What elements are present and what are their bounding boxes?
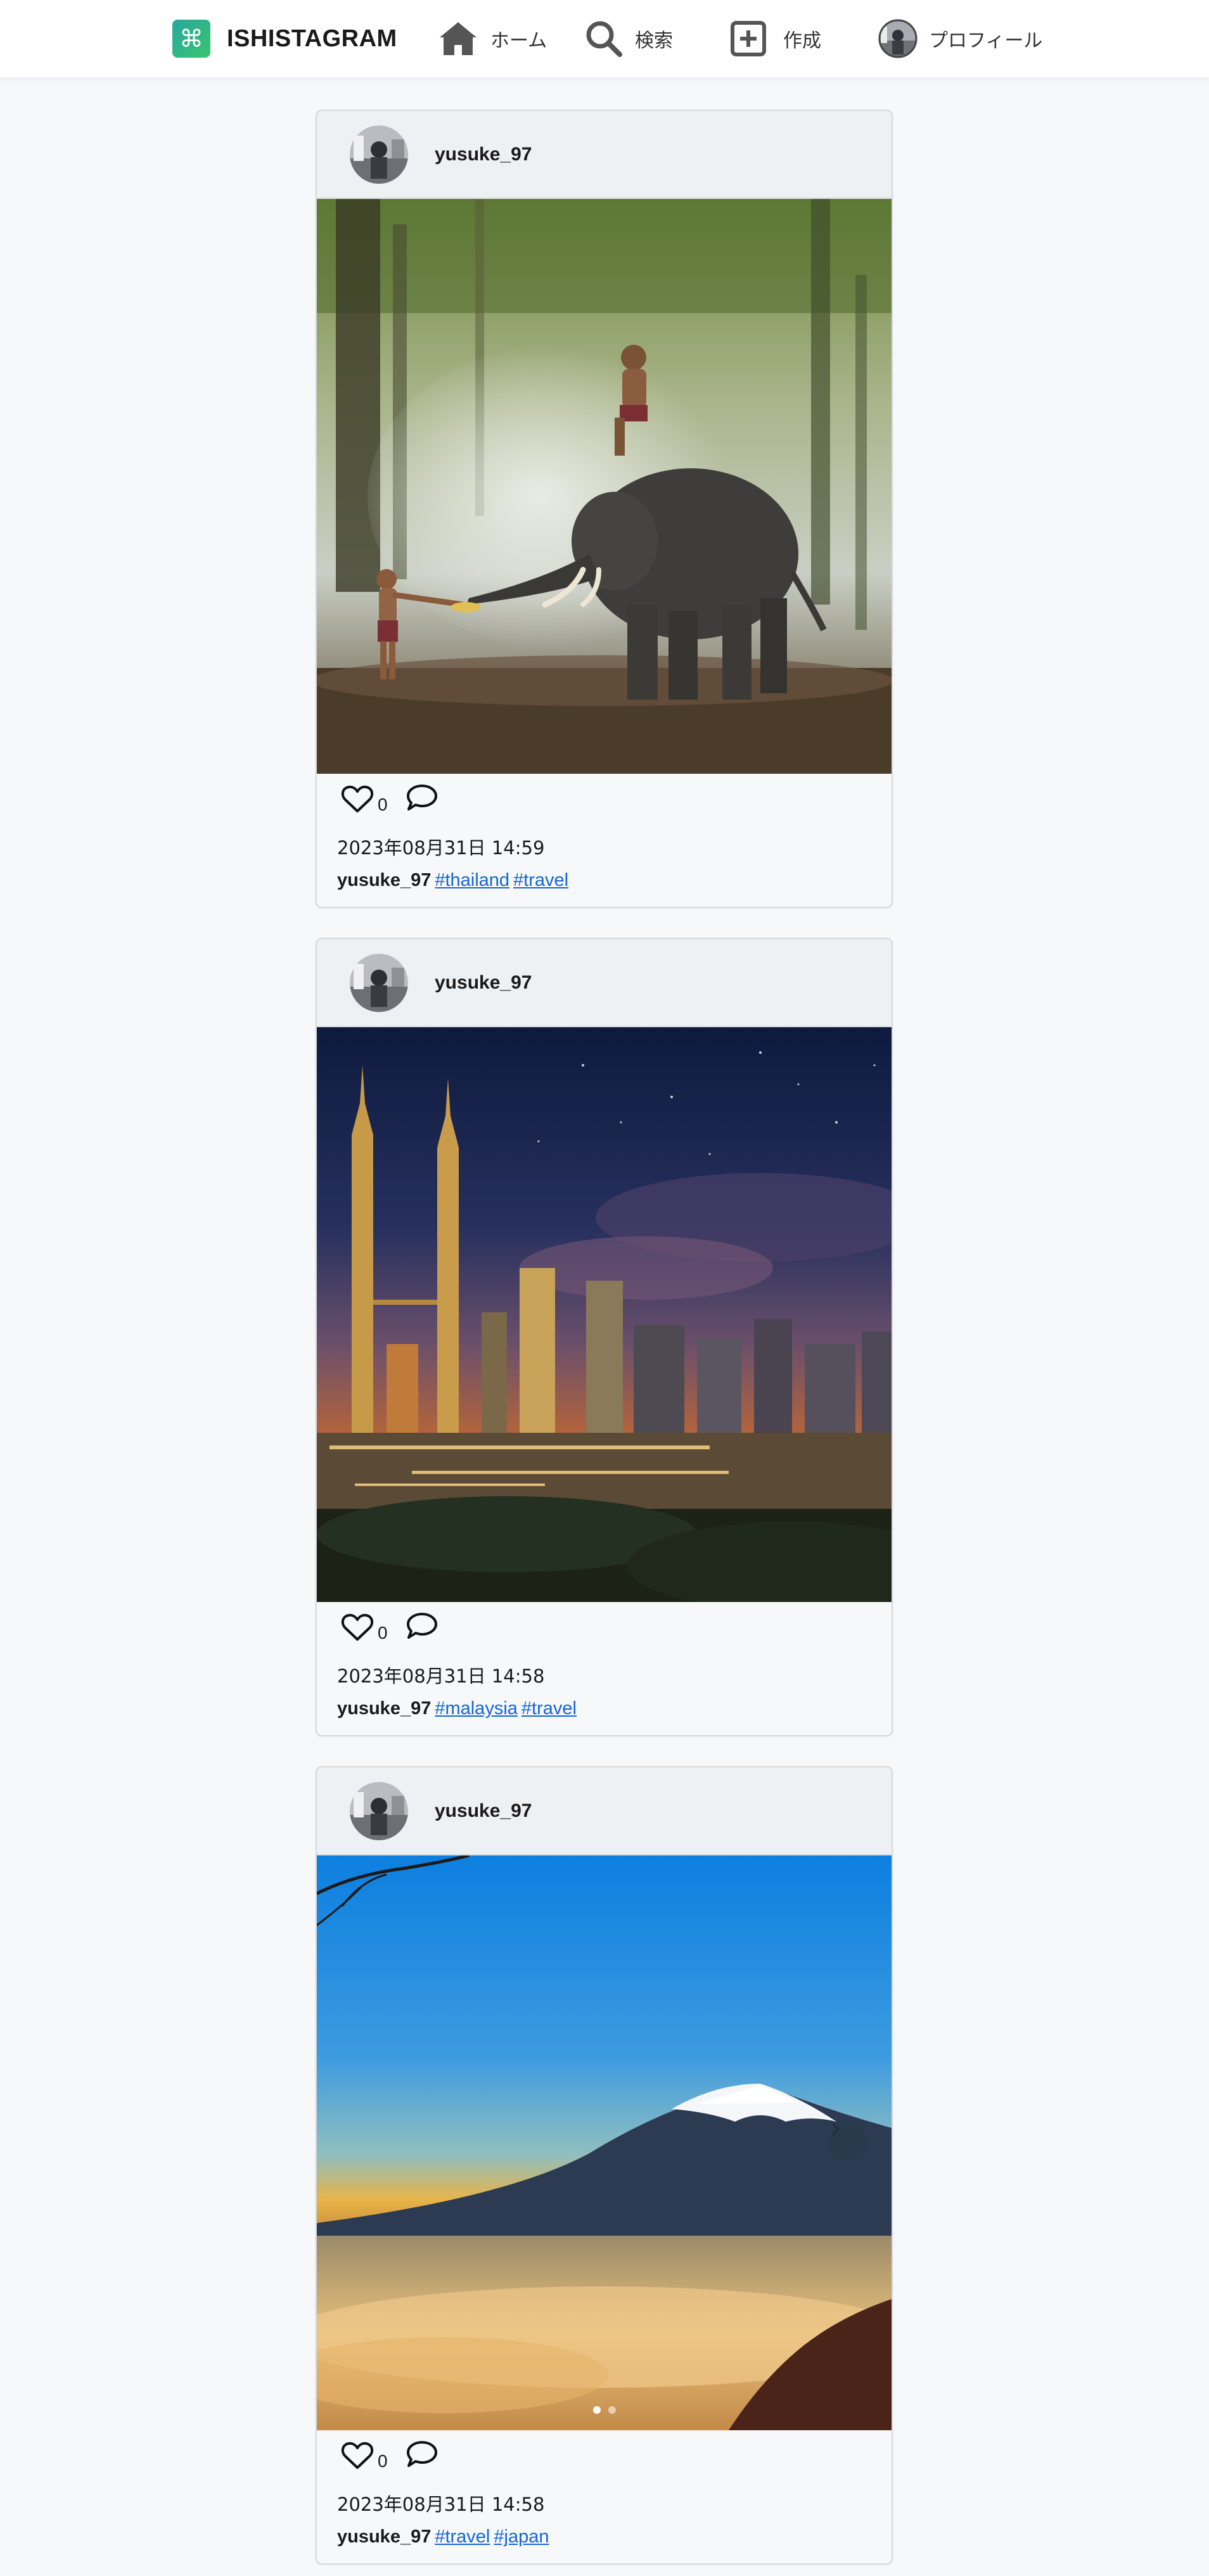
hashtag-link[interactable]: #travel	[513, 870, 568, 890]
post-actions: 0	[317, 1602, 892, 1653]
caption-username[interactable]: yusuke_97	[337, 2527, 431, 2547]
avatar[interactable]	[350, 125, 408, 184]
hashtag-link[interactable]: #thailand	[435, 870, 509, 890]
carousel-dot[interactable]	[608, 2406, 616, 2414]
hashtag-link[interactable]: #malaysia	[435, 1698, 518, 1719]
comment-icon	[406, 1612, 437, 1639]
post-card: yusuke_97	[316, 110, 893, 908]
chevron-right-icon	[832, 2123, 840, 2136]
nav-search-label: 検索	[635, 30, 673, 52]
post-header: yusuke_97	[317, 939, 892, 1027]
nav-create[interactable]: 作成	[730, 18, 821, 60]
nav-profile-label: プロフィール	[929, 30, 1043, 52]
post-date: 2023年08月31日 14:58	[337, 2494, 545, 2515]
nav-create-label: 作成	[783, 30, 821, 52]
post-actions: 0	[317, 774, 892, 824]
hashtag-link[interactable]: #travel	[435, 2527, 490, 2547]
post-card: yusuke_97	[316, 938, 893, 1736]
heart-icon	[341, 2442, 374, 2469]
comment-button[interactable]	[406, 783, 438, 816]
comment-button[interactable]	[406, 2440, 438, 2472]
comment-button[interactable]	[406, 1612, 438, 1644]
like-count: 0	[378, 795, 388, 814]
like-count: 0	[378, 1623, 388, 1643]
avatar	[878, 19, 918, 58]
search-icon	[586, 21, 622, 57]
carousel-next-button[interactable]	[828, 2122, 869, 2162]
post-username[interactable]: yusuke_97	[435, 144, 532, 165]
avatar[interactable]	[350, 953, 408, 1012]
hashtag-link[interactable]: #travel	[521, 1698, 577, 1719]
post-card: yusuke_97	[316, 1766, 893, 2565]
caption-username[interactable]: yusuke_97	[337, 1698, 431, 1719]
post-caption: yusuke_97 #malaysia #travel	[337, 1698, 892, 1719]
like-button[interactable]: 0	[341, 2441, 388, 2471]
post-username[interactable]: yusuke_97	[435, 1800, 532, 1822]
brand[interactable]: ⌘ ISHISTAGRAM	[172, 20, 397, 58]
post-actions: 0	[317, 2430, 892, 2481]
city-night-skyline-photo	[317, 1027, 892, 1602]
post-header: yusuke_97	[317, 111, 892, 199]
carousel-indicator	[317, 2406, 892, 2414]
nav-profile[interactable]: プロフィール	[878, 18, 1042, 60]
post-caption: yusuke_97 #thailand #travel	[337, 870, 892, 891]
nav-search[interactable]: 検索	[584, 18, 673, 60]
mount-fuji-photo	[317, 1855, 892, 2430]
carousel-dot[interactable]	[592, 2406, 601, 2414]
post-date: 2023年08月31日 14:59	[337, 837, 545, 859]
avatar[interactable]	[350, 1781, 408, 1840]
like-button[interactable]: 0	[341, 785, 388, 814]
heart-icon	[341, 785, 374, 812]
caption-username[interactable]: yusuke_97	[337, 870, 431, 890]
post-header: yusuke_97	[317, 1767, 892, 1855]
nav-home[interactable]: ホーム	[437, 18, 547, 60]
post-caption: yusuke_97 #travel #japan	[337, 2527, 892, 2547]
plus-square-icon	[731, 21, 766, 56]
elephant-forest-photo	[317, 199, 892, 774]
command-icon: ⌘	[172, 20, 210, 58]
top-navigation-bar: ⌘ ISHISTAGRAM ホーム 検索 作成 プロフィール	[0, 0, 1209, 77]
comment-icon	[406, 784, 437, 811]
like-button[interactable]: 0	[341, 1613, 388, 1643]
comment-icon	[406, 2440, 437, 2467]
post-date: 2023年08月31日 14:58	[337, 1665, 545, 1687]
nav-home-label: ホーム	[490, 30, 547, 52]
heart-icon	[341, 1613, 374, 1641]
brand-name: ISHISTAGRAM	[227, 25, 397, 52]
like-count: 0	[378, 2451, 388, 2471]
home-icon	[440, 22, 477, 55]
post-username[interactable]: yusuke_97	[435, 972, 532, 994]
hashtag-link[interactable]: #japan	[494, 2527, 549, 2547]
